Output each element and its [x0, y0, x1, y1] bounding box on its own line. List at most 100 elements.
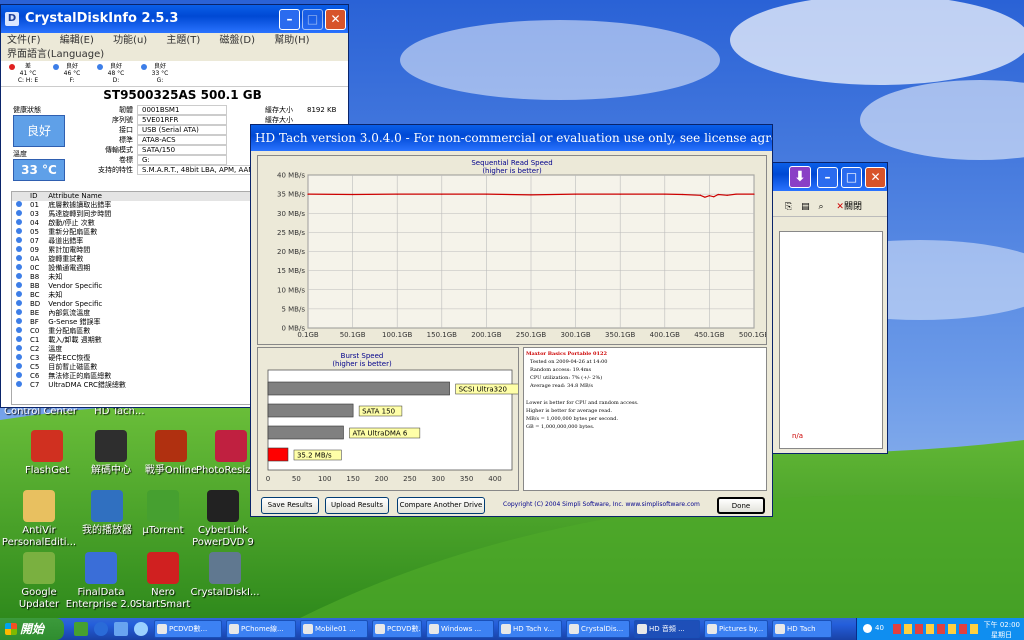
desktop-icon[interactable]: CrystalDiskI... — [186, 552, 264, 599]
taskbar-task-button[interactable]: CrystalDis... — [566, 620, 630, 638]
crystaldiskinfo-app-icon: D — [5, 12, 19, 26]
menu-language[interactable]: 界面語言(Language) — [7, 49, 104, 60]
desktop-icon[interactable]: AntiVir PersonalEditi... — [0, 490, 78, 549]
taskbar-task-button[interactable]: PCDVD數... — [154, 620, 222, 638]
burst-bar — [267, 447, 289, 462]
health-label: 健康狀態 — [13, 106, 41, 114]
note-gb: GB = 1,000,000,000 bytes. — [526, 424, 595, 430]
clock-day[interactable]: 星期日 — [991, 630, 1012, 640]
task-app-icon — [303, 624, 313, 634]
hdtach-window[interactable]: HD Tach version 3.0.4.0 - For non-commer… — [250, 124, 773, 517]
status-bad-icon — [9, 64, 15, 70]
header-id[interactable]: ID — [26, 192, 45, 201]
close-label-button[interactable]: ✕關閉 — [836, 202, 862, 212]
attribute-name: 旋轉重試數 — [48, 255, 84, 263]
status-icon-cell — [12, 273, 26, 282]
minimize-button[interactable]: – — [279, 9, 300, 30]
taskbar-task-button[interactable]: PChome線... — [226, 620, 296, 638]
seq-read-point — [681, 193, 684, 196]
taskbar-task-button[interactable]: Pictures by... — [704, 620, 768, 638]
status-good-icon — [16, 363, 22, 369]
seq-read-point — [699, 194, 701, 196]
random-access: Random access: 19.4ms — [530, 367, 592, 373]
menu-edit[interactable]: 編輯(E) — [60, 35, 94, 46]
temperature-status-button[interactable]: 33 °C — [13, 159, 65, 181]
drive-button[interactable]: 良好 46 °C F: — [49, 63, 95, 85]
attribute-name: 載入/卸載 週期數 — [48, 336, 102, 344]
menu-help[interactable]: 幫助(H) — [274, 35, 309, 46]
maximize-button[interactable]: □ — [841, 167, 862, 188]
desktop-icon-image — [215, 430, 247, 462]
drive-letter: D: — [112, 77, 120, 84]
close-button[interactable]: ✕ — [865, 167, 886, 188]
done-button[interactable]: Done — [717, 497, 765, 514]
seq-ytick-label: 40 MB/s — [277, 172, 305, 180]
seq-xtick-label: 100.1GB — [382, 331, 412, 339]
burst-xtick-label: 150 — [346, 475, 359, 483]
seq-read-point — [708, 195, 710, 197]
task-app-icon — [375, 624, 385, 634]
drive-temperature: 41 °C — [19, 70, 37, 77]
copyright-link[interactable]: Copyright (C) 2004 Simpli Software, Inc.… — [503, 501, 713, 508]
status-good-icon — [97, 64, 103, 70]
seq-read-point — [485, 193, 487, 195]
close-button[interactable]: ✕ — [325, 9, 346, 30]
drive-letter: G: — [156, 77, 164, 84]
background-window-titlebar[interactable]: ⬇ – □ ✕ — [773, 163, 887, 191]
status-good-icon — [16, 255, 22, 261]
ie-quicklaunch-icon[interactable] — [94, 622, 108, 636]
start-button[interactable]: 開始 — [0, 618, 64, 640]
close-label: 關閉 — [843, 202, 862, 212]
desktop-quicklaunch-icon[interactable] — [114, 622, 128, 636]
copy-icon[interactable]: ⎘ — [785, 202, 792, 212]
task-label: Mobile01 ... — [315, 625, 356, 633]
window-title: HD Tach version 3.0.4.0 - For non-commer… — [255, 131, 772, 145]
menu-theme[interactable]: 主題(T) — [166, 35, 200, 46]
burst-xtick-label: 350 — [460, 475, 473, 483]
attribute-name: 啟動/停止 次數 — [48, 219, 95, 227]
attribute-id: BC — [30, 291, 40, 299]
header-attribute-name[interactable]: Attribute Name — [44, 192, 266, 201]
info-label: 接口 — [119, 126, 133, 134]
compare-another-drive-button[interactable]: Compare Another Drive — [397, 497, 485, 514]
menu-function[interactable]: 功能(u) — [113, 35, 147, 46]
hdtach-titlebar[interactable]: HD Tach version 3.0.4.0 - For non-commer… — [251, 125, 772, 151]
clock-time[interactable]: 下午 02:00 — [984, 620, 1020, 630]
upload-results-button[interactable]: Upload Results — [325, 497, 389, 514]
status-good-icon — [16, 210, 22, 216]
taskbar-task-button[interactable]: HD Tach v... — [498, 620, 562, 638]
taskbar-task-button[interactable]: HD Tach — [772, 620, 832, 638]
taskbar-task-button[interactable]: Windows ... — [426, 620, 494, 638]
cpu-utilization: CPU utilization: 7% (+/- 2%) — [530, 375, 603, 381]
attribute-name: Vendor Specific — [48, 300, 103, 308]
search-icon[interactable]: ⌕ — [818, 202, 823, 212]
drive-letter: C: H: E — [17, 77, 39, 84]
taskbar-task-button[interactable]: PCDVD數... — [372, 620, 422, 638]
taskbar-task-button[interactable]: HD 音頻 ... — [634, 620, 700, 638]
drive-button[interactable]: 良好 33 °C G: — [137, 63, 183, 85]
attribute-id: 04 — [30, 219, 39, 227]
desktop-icon-label: CyberLink PowerDVD 9 — [192, 525, 254, 548]
drive-button[interactable]: 差 41 °C C: H: E — [5, 63, 51, 85]
cache-size-label: 緩存大小 — [265, 106, 293, 114]
save-results-button[interactable]: Save Results — [261, 497, 319, 514]
paste-icon[interactable]: ▤ — [801, 202, 810, 212]
crystaldiskinfo-titlebar[interactable]: D CrystalDiskInfo 2.5.3 – □ ✕ — [1, 5, 348, 33]
taskbar-task-button[interactable]: Mobile01 ... — [300, 620, 368, 638]
attribute-id: C5 — [30, 363, 40, 371]
media-quicklaunch-icon[interactable] — [134, 622, 148, 636]
info-value: SATA/150 — [137, 145, 227, 155]
start-label: 開始 — [20, 622, 45, 636]
utorrent-quicklaunch-icon[interactable] — [74, 622, 88, 636]
health-status-button[interactable]: 良好 — [13, 115, 65, 147]
status-good-icon — [16, 381, 22, 387]
maximize-button[interactable]: □ — [302, 9, 323, 30]
background-window[interactable]: ⬇ – □ ✕ ⎘ ▤ ⌕ ✕關閉 n/a — [772, 162, 888, 454]
minimize-button[interactable]: – — [817, 167, 838, 188]
menu-file[interactable]: 文件(F) — [7, 35, 41, 46]
seq-read-point — [713, 196, 715, 198]
drive-button[interactable]: 良好 48 °C D: — [93, 63, 139, 85]
burst-bar-label: 35.2 MB/s — [297, 452, 332, 460]
menu-disk[interactable]: 磁盤(D) — [220, 35, 256, 46]
info-value: G: — [137, 155, 227, 165]
